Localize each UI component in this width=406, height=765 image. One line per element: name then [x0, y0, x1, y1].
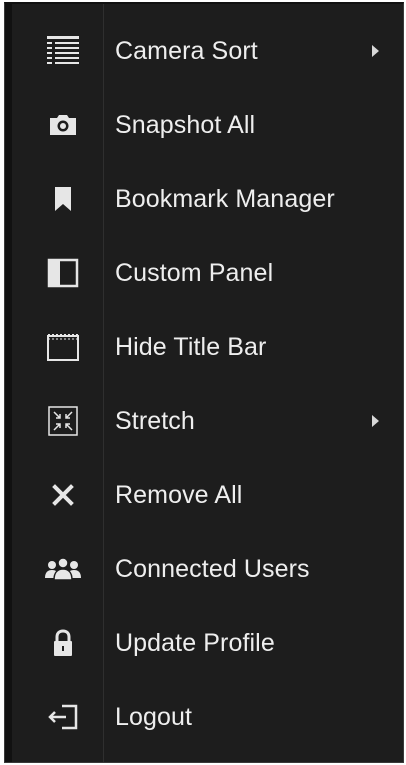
logout-icon: [33, 697, 93, 737]
camera-icon: [33, 105, 93, 145]
menu-item-connected-users[interactable]: Connected Users: [5, 532, 405, 606]
menu-item-snapshot-all[interactable]: Snapshot All: [5, 88, 405, 162]
users-icon: [33, 549, 93, 589]
menu-item-label: Bookmark Manager: [115, 184, 335, 213]
menu-item-label: Custom Panel: [115, 258, 274, 287]
menu-item-remove-all[interactable]: Remove All: [5, 458, 405, 532]
menu-item-custom-panel[interactable]: Custom Panel: [5, 236, 405, 310]
menu-item-bookmark-manager[interactable]: Bookmark Manager: [5, 162, 405, 236]
menu-item-label: Remove All: [115, 480, 243, 509]
lock-icon: [33, 623, 93, 663]
menu-item-label: Hide Title Bar: [115, 332, 267, 361]
stretch-icon: [33, 401, 93, 441]
submenu-arrow-icon: [372, 45, 379, 57]
menu-item-logout[interactable]: Logout: [5, 680, 405, 754]
submenu-arrow-icon: [372, 415, 379, 427]
close-icon: [33, 475, 93, 515]
list-icon: [33, 31, 93, 71]
menu-item-camera-sort[interactable]: Camera Sort: [5, 14, 405, 88]
context-menu: Camera Sort Snapshot All Bookmark Manage…: [4, 2, 404, 763]
menu-item-label: Connected Users: [115, 554, 310, 583]
menu-item-label: Camera Sort: [115, 36, 258, 65]
menu-item-update-profile[interactable]: Update Profile: [5, 606, 405, 680]
menu-item-label: Stretch: [115, 406, 195, 435]
title-bar-icon: [33, 327, 93, 367]
panel-icon: [33, 253, 93, 293]
menu-item-hide-title-bar[interactable]: Hide Title Bar: [5, 310, 405, 384]
menu-item-label: Logout: [115, 702, 193, 731]
menu-item-stretch[interactable]: Stretch: [5, 384, 405, 458]
menu-item-label: Update Profile: [115, 628, 275, 657]
menu-item-label: Snapshot All: [115, 110, 256, 139]
bookmark-icon: [33, 179, 93, 219]
